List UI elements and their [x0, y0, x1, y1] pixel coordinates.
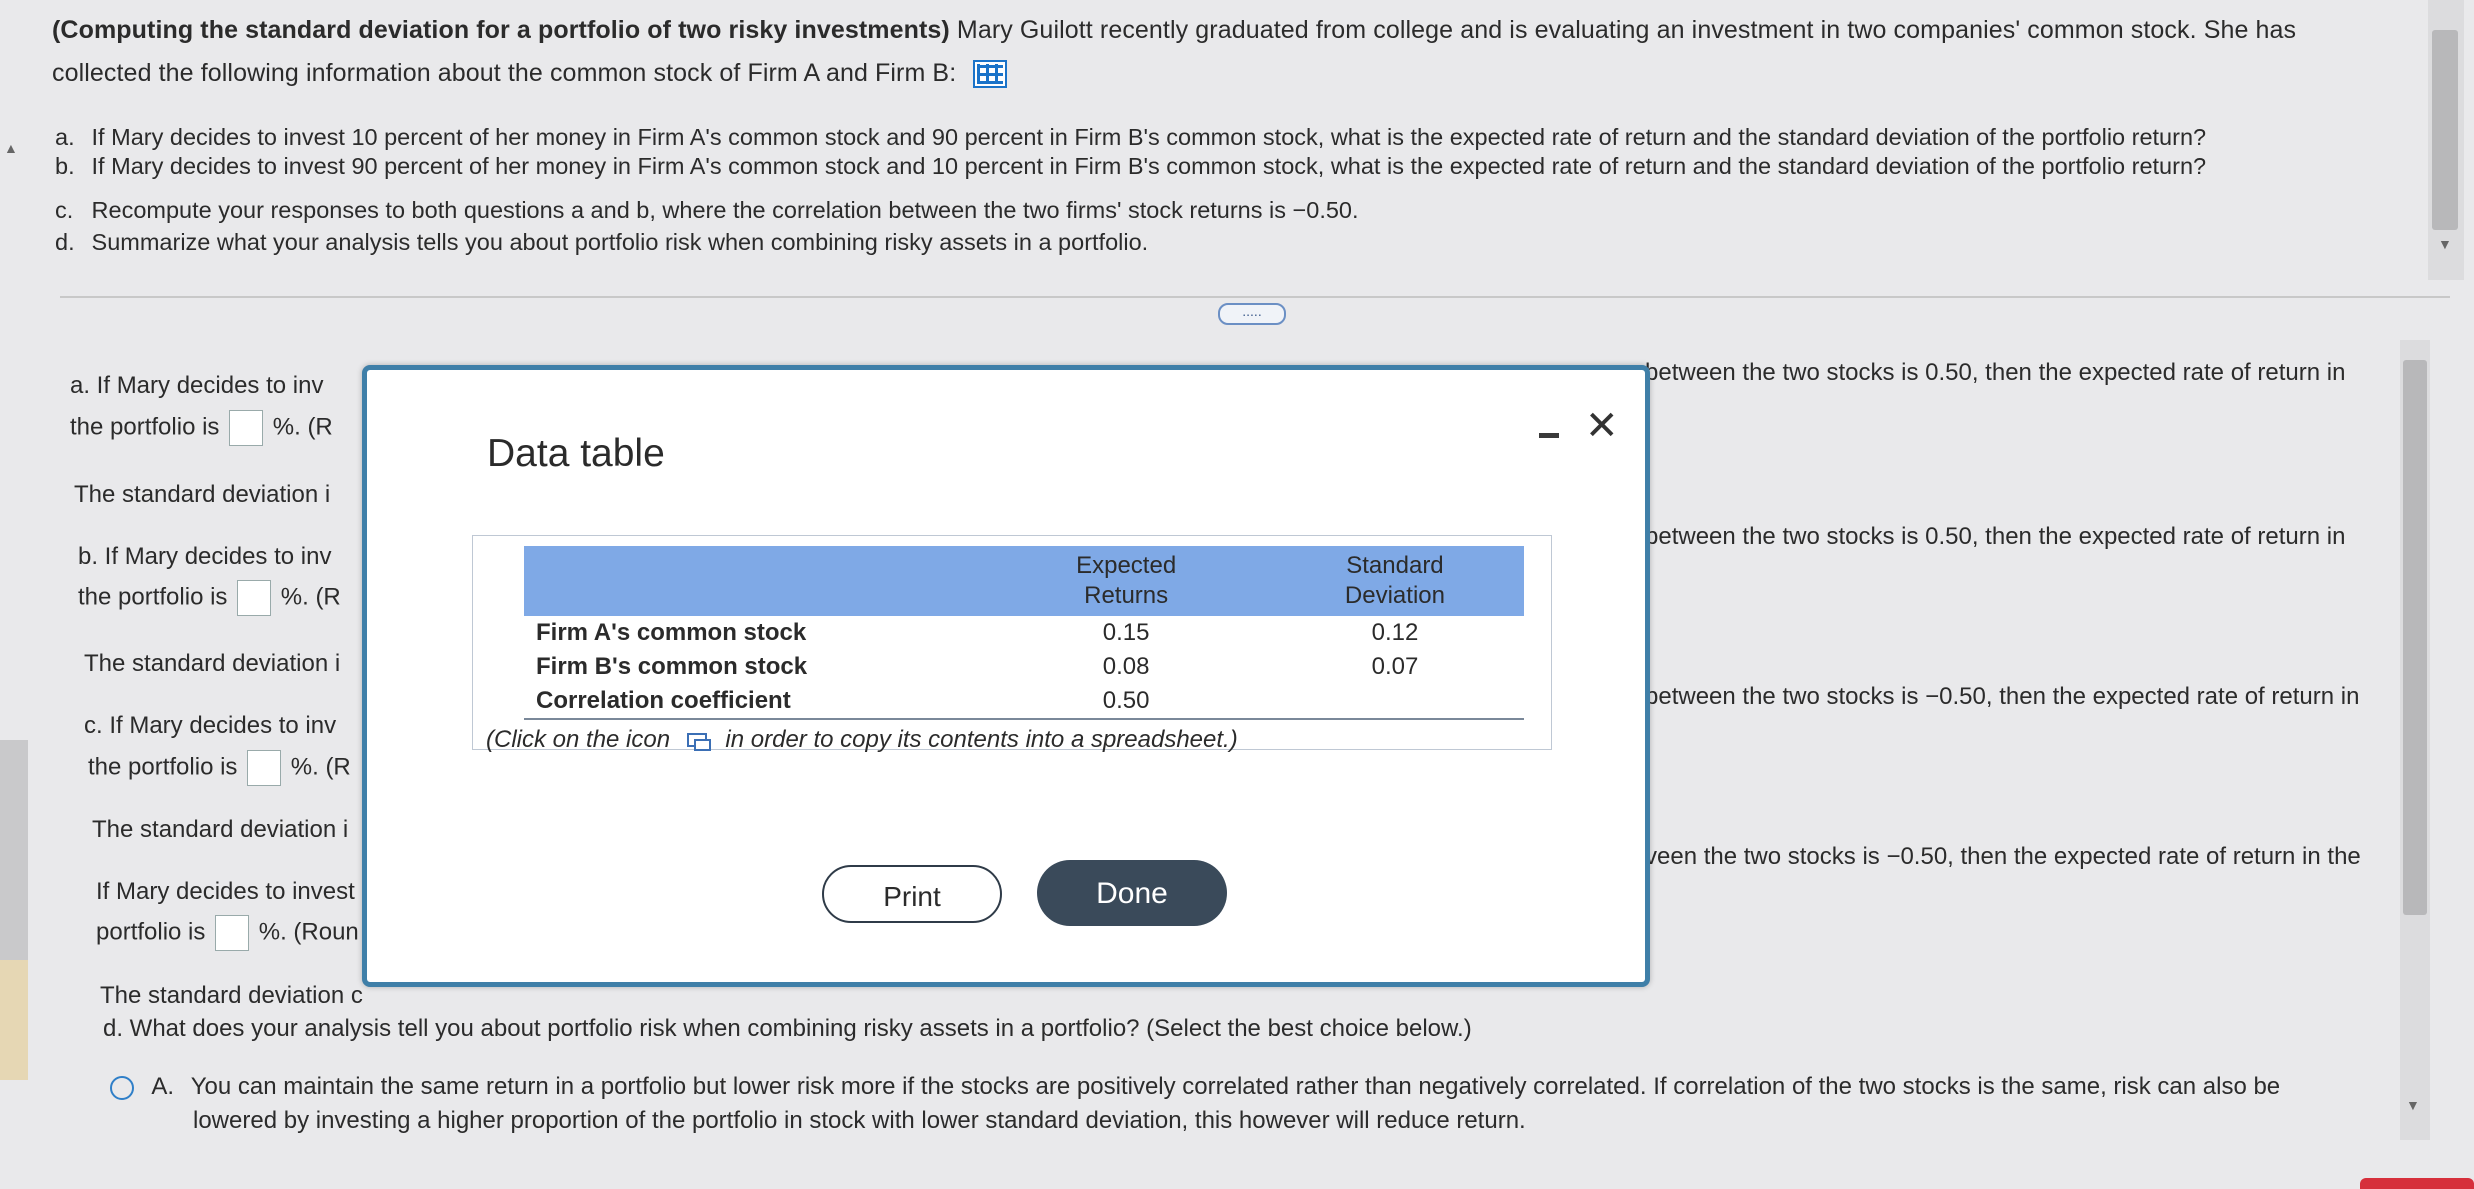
- cell-expected: 0.08: [1102, 653, 1150, 680]
- answer-c-line-2: the portfolio is %. (R: [88, 750, 351, 786]
- expand-button[interactable]: .....: [1218, 303, 1286, 325]
- cell-sd: [1265, 684, 1524, 720]
- row-label: Correlation coefficient: [524, 684, 987, 720]
- header-expected-returns: Expected Returns: [986, 546, 1266, 616]
- cell-sd: 0.07: [1371, 653, 1419, 680]
- spreadsheet-grid-icon[interactable]: [973, 60, 1008, 89]
- part-a-question: a. If Mary decides to invest 10 percent …: [55, 124, 2207, 150]
- answer-b-right-text: between the two stocks is 0.50, then the…: [1645, 523, 2346, 550]
- print-button[interactable]: Print: [822, 865, 1002, 923]
- part-c-question: c. Recompute your responses to both ques…: [55, 197, 1359, 223]
- table-row: Firm A's common stock 0.15 0.12: [524, 616, 1524, 650]
- option-a[interactable]: A. You can maintain the same return in a…: [110, 1073, 2280, 1101]
- cell-expected: 0.50: [986, 684, 1266, 720]
- copy-note: (Click on the icon in order to copy its …: [486, 726, 1238, 753]
- close-icon[interactable]: ✕: [1585, 406, 1619, 446]
- left-highlight-strip: [0, 960, 28, 1080]
- answer-a-line-2: the portfolio is %. (R: [70, 410, 333, 446]
- data-table: Expected Returns Standard Deviation Firm…: [524, 546, 1524, 720]
- answer-c-return-input[interactable]: [247, 750, 282, 786]
- header-standard-deviation: Standard Deviation: [1265, 546, 1524, 616]
- question-line-1: (Computing the standard deviation for a …: [52, 16, 2296, 45]
- table-header-row: Expected Returns Standard Deviation: [524, 546, 1524, 616]
- answer-c2-sd: The standard deviation c: [100, 982, 363, 1009]
- row-label: Firm B's common stock: [536, 653, 808, 680]
- done-button[interactable]: Done: [1037, 860, 1227, 926]
- data-table-dialog: Data table ✕ Expected Returns Standard D…: [362, 365, 1650, 987]
- scroll-down-arrow-icon[interactable]: ▼: [2438, 236, 2452, 252]
- question-title: (Computing the standard deviation for a …: [52, 16, 950, 44]
- answer-c-right-text: between the two stocks is −0.50, then th…: [1645, 683, 2360, 710]
- row-label: Firm A's common stock: [536, 619, 807, 646]
- option-a-line-2: lowered by investing a higher proportion…: [193, 1107, 1526, 1134]
- answer-b-line-1: b. If Mary decides to inv: [78, 543, 332, 570]
- top-scrollbar-thumb[interactable]: [2432, 30, 2458, 230]
- answer-scroll-down-icon[interactable]: ▼: [2406, 1097, 2420, 1113]
- question-intro-2: collected the following information abou…: [52, 59, 957, 87]
- part-d-question: d. Summarize what your analysis tells yo…: [55, 229, 1149, 255]
- header-blank: [524, 546, 987, 616]
- answer-c-sd: The standard deviation i: [92, 816, 349, 843]
- answer-a-sd: The standard deviation i: [74, 481, 331, 508]
- part-b-question: b. If Mary decides to invest 90 percent …: [55, 153, 2207, 179]
- answer-c2-right-text: veen the two stocks is −0.50, then the e…: [1645, 843, 2361, 870]
- section-divider: [60, 296, 2450, 298]
- dialog-title: Data table: [487, 432, 665, 475]
- question-intro-1: Mary Guilott recently graduated from col…: [956, 16, 2297, 44]
- answer-c2-line-2: portfolio is %. (Roun: [96, 915, 359, 951]
- answer-scrollbar-thumb[interactable]: [2403, 360, 2427, 915]
- cell-sd: 0.12: [1371, 619, 1419, 646]
- answer-a-return-input[interactable]: [229, 410, 264, 446]
- question-line-2: collected the following information abou…: [52, 59, 1008, 89]
- answer-c2-line-1: If Mary decides to invest: [96, 878, 355, 905]
- table-row: Firm B's common stock 0.08 0.07: [524, 650, 1524, 684]
- answer-b-return-input[interactable]: [237, 580, 272, 616]
- question-panel: (Computing the standard deviation for a …: [0, 0, 2420, 300]
- answer-a-line-1: a. If Mary decides to inv: [70, 372, 324, 399]
- copy-icon[interactable]: [686, 732, 711, 751]
- scroll-up-arrow-icon[interactable]: ▲: [4, 140, 18, 156]
- answer-a-right-text: between the two stocks is 0.50, then the…: [1645, 359, 2346, 386]
- answer-b-sd: The standard deviation i: [84, 650, 341, 677]
- answer-c-line-1: c. If Mary decides to inv: [84, 712, 337, 739]
- corner-badge[interactable]: [2360, 1178, 2474, 1189]
- option-a-radio[interactable]: [110, 1075, 134, 1100]
- cell-expected: 0.15: [1102, 619, 1150, 646]
- table-row: Correlation coefficient 0.50: [524, 684, 1524, 720]
- minimize-icon[interactable]: [1537, 418, 1561, 440]
- answer-b-line-2: the portfolio is %. (R: [78, 580, 341, 616]
- answer-c2-return-input[interactable]: [215, 915, 250, 951]
- part-d-prompt: d. What does your analysis tell you abou…: [103, 1015, 1472, 1042]
